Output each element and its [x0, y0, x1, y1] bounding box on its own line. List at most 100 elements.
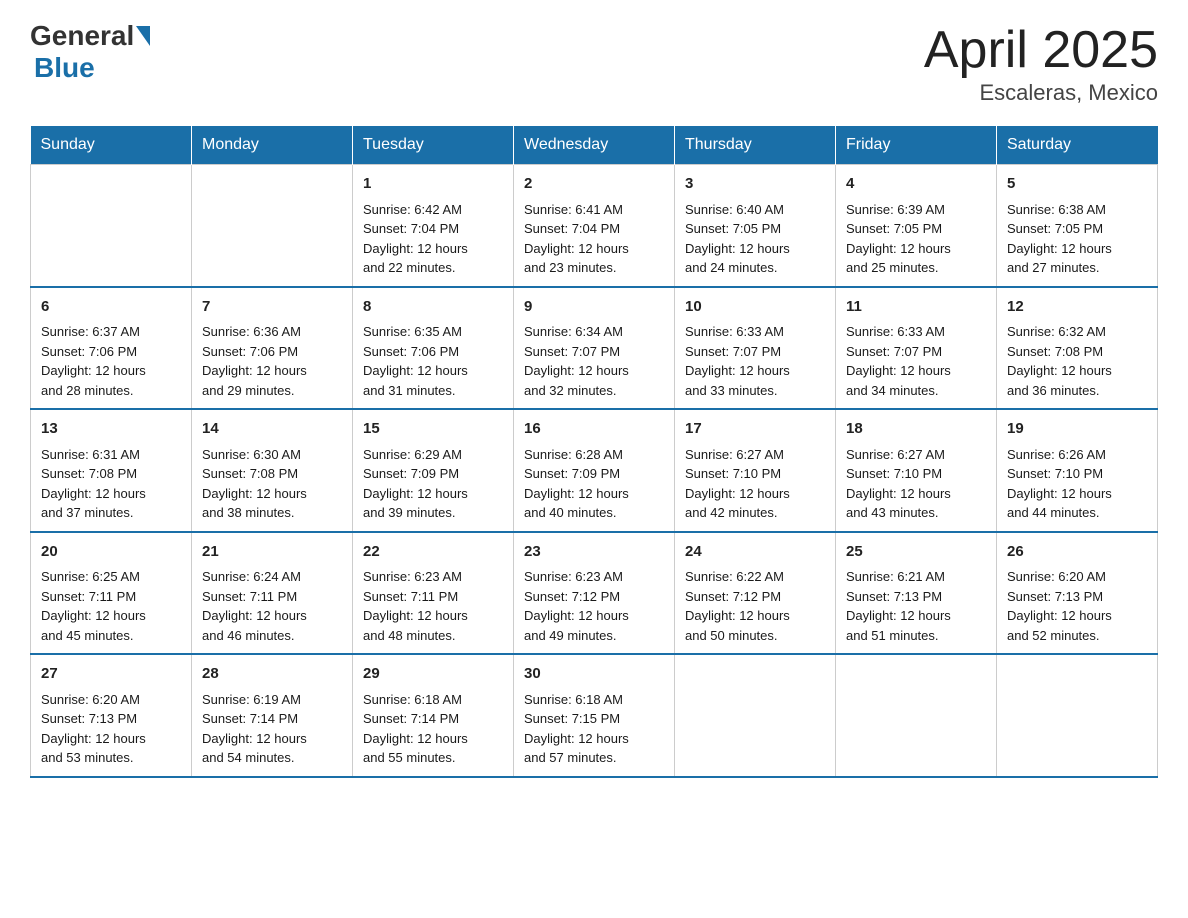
- calendar-cell: 16 Sunrise: 6:28 AMSunset: 7:09 PMDayligh…: [514, 409, 675, 532]
- day-info: Sunrise: 6:20 AMSunset: 7:13 PMDaylight:…: [41, 690, 181, 768]
- calendar-cell: 20 Sunrise: 6:25 AMSunset: 7:11 PMDayligh…: [31, 532, 192, 655]
- day-number: 4: [846, 173, 986, 196]
- calendar-cell: 14 Sunrise: 6:30 AMSunset: 7:08 PMDayligh…: [192, 409, 353, 532]
- day-number: 13: [41, 418, 181, 441]
- day-info: Sunrise: 6:32 AMSunset: 7:08 PMDaylight:…: [1007, 322, 1147, 400]
- calendar-cell: 2Sunrise: 6:41 AMSunset: 7:04 PMDaylight…: [514, 165, 675, 287]
- day-info: Sunrise: 6:23 AMSunset: 7:11 PMDaylight:…: [363, 567, 503, 645]
- weekday-header-wednesday: Wednesday: [514, 126, 675, 165]
- day-number: 27: [41, 663, 181, 686]
- day-number: 21: [202, 541, 342, 564]
- day-number: 9: [524, 296, 664, 319]
- calendar-body: 1Sunrise: 6:42 AMSunset: 7:04 PMDaylight…: [31, 165, 1158, 777]
- day-number: 14: [202, 418, 342, 441]
- logo-general-text: General: [30, 20, 134, 52]
- calendar-cell: 15 Sunrise: 6:29 AMSunset: 7:09 PMDayligh…: [353, 409, 514, 532]
- calendar-cell: 6 Sunrise: 6:37 AMSunset: 7:06 PMDaylight…: [31, 287, 192, 410]
- logo: General Blue: [30, 20, 152, 84]
- day-info: Sunrise: 6:36 AMSunset: 7:06 PMDaylight:…: [202, 322, 342, 400]
- day-number: 15: [363, 418, 503, 441]
- day-info: Sunrise: 6:41 AMSunset: 7:04 PMDaylight:…: [524, 200, 664, 278]
- calendar-cell: 29 Sunrise: 6:18 AMSunset: 7:14 PMDayligh…: [353, 654, 514, 777]
- calendar-cell: 26 Sunrise: 6:20 AMSunset: 7:13 PMDayligh…: [997, 532, 1158, 655]
- weekday-header-row: SundayMondayTuesdayWednesdayThursdayFrid…: [31, 126, 1158, 165]
- weekday-header-sunday: Sunday: [31, 126, 192, 165]
- day-info: Sunrise: 6:34 AMSunset: 7:07 PMDaylight:…: [524, 322, 664, 400]
- day-number: 7: [202, 296, 342, 319]
- day-info: Sunrise: 6:35 AMSunset: 7:06 PMDaylight:…: [363, 322, 503, 400]
- calendar-cell: 9 Sunrise: 6:34 AMSunset: 7:07 PMDaylight…: [514, 287, 675, 410]
- day-info: Sunrise: 6:21 AMSunset: 7:13 PMDaylight:…: [846, 567, 986, 645]
- calendar-cell: 17 Sunrise: 6:27 AMSunset: 7:10 PMDayligh…: [675, 409, 836, 532]
- calendar-cell: 5 Sunrise: 6:38 AMSunset: 7:05 PMDaylight…: [997, 165, 1158, 287]
- day-number: 12: [1007, 296, 1147, 319]
- calendar-week-row: 27 Sunrise: 6:20 AMSunset: 7:13 PMDayligh…: [31, 654, 1158, 777]
- day-info: Sunrise: 6:29 AMSunset: 7:09 PMDaylight:…: [363, 445, 503, 523]
- day-number: 20: [41, 541, 181, 564]
- logo-blue-text: Blue: [34, 52, 95, 83]
- calendar-cell: 19Sunrise: 6:26 AMSunset: 7:10 PMDayligh…: [997, 409, 1158, 532]
- day-info: Sunrise: 6:26 AMSunset: 7:10 PMDaylight:…: [1007, 445, 1147, 523]
- day-info: Sunrise: 6:33 AMSunset: 7:07 PMDaylight:…: [846, 322, 986, 400]
- day-number: 24: [685, 541, 825, 564]
- calendar-cell: [192, 165, 353, 287]
- day-number: 3: [685, 173, 825, 196]
- calendar-cell: 23 Sunrise: 6:23 AMSunset: 7:12 PMDayligh…: [514, 532, 675, 655]
- calendar-cell: 3 Sunrise: 6:40 AMSunset: 7:05 PMDaylight…: [675, 165, 836, 287]
- weekday-header-monday: Monday: [192, 126, 353, 165]
- day-number: 28: [202, 663, 342, 686]
- day-number: 10: [685, 296, 825, 319]
- day-info: Sunrise: 6:27 AMSunset: 7:10 PMDaylight:…: [685, 445, 825, 523]
- calendar-cell: 1Sunrise: 6:42 AMSunset: 7:04 PMDaylight…: [353, 165, 514, 287]
- day-info: Sunrise: 6:19 AMSunset: 7:14 PMDaylight:…: [202, 690, 342, 768]
- calendar-cell: 27 Sunrise: 6:20 AMSunset: 7:13 PMDayligh…: [31, 654, 192, 777]
- day-info: Sunrise: 6:27 AMSunset: 7:10 PMDaylight:…: [846, 445, 986, 523]
- day-info: Sunrise: 6:18 AMSunset: 7:15 PMDaylight:…: [524, 690, 664, 768]
- logo-triangle-icon: [136, 26, 150, 46]
- day-number: 6: [41, 296, 181, 319]
- weekday-header-tuesday: Tuesday: [353, 126, 514, 165]
- calendar-cell: 18 Sunrise: 6:27 AMSunset: 7:10 PMDayligh…: [836, 409, 997, 532]
- day-info: Sunrise: 6:24 AMSunset: 7:11 PMDaylight:…: [202, 567, 342, 645]
- day-number: 29: [363, 663, 503, 686]
- logo-text: General: [30, 20, 152, 52]
- day-info: Sunrise: 6:30 AMSunset: 7:08 PMDaylight:…: [202, 445, 342, 523]
- day-info: Sunrise: 6:38 AMSunset: 7:05 PMDaylight:…: [1007, 200, 1147, 278]
- day-info: Sunrise: 6:28 AMSunset: 7:09 PMDaylight:…: [524, 445, 664, 523]
- day-number: 11: [846, 296, 986, 319]
- day-number: 5: [1007, 173, 1147, 196]
- calendar-cell: 21 Sunrise: 6:24 AMSunset: 7:11 PMDayligh…: [192, 532, 353, 655]
- day-number: 23: [524, 541, 664, 564]
- calendar-cell: 24 Sunrise: 6:22 AMSunset: 7:12 PMDayligh…: [675, 532, 836, 655]
- calendar-cell: 8Sunrise: 6:35 AMSunset: 7:06 PMDaylight…: [353, 287, 514, 410]
- calendar-cell: 30 Sunrise: 6:18 AMSunset: 7:15 PMDayligh…: [514, 654, 675, 777]
- day-info: Sunrise: 6:40 AMSunset: 7:05 PMDaylight:…: [685, 200, 825, 278]
- calendar-cell: 12 Sunrise: 6:32 AMSunset: 7:08 PMDayligh…: [997, 287, 1158, 410]
- day-info: Sunrise: 6:18 AMSunset: 7:14 PMDaylight:…: [363, 690, 503, 768]
- day-number: 26: [1007, 541, 1147, 564]
- page-header: General Blue April 2025 Escaleras, Mexic…: [30, 20, 1158, 106]
- day-number: 18: [846, 418, 986, 441]
- page-subtitle: Escaleras, Mexico: [924, 80, 1158, 106]
- day-info: Sunrise: 6:31 AMSunset: 7:08 PMDaylight:…: [41, 445, 181, 523]
- calendar-cell: 25 Sunrise: 6:21 AMSunset: 7:13 PMDayligh…: [836, 532, 997, 655]
- day-number: 16: [524, 418, 664, 441]
- calendar-cell: [675, 654, 836, 777]
- day-number: 30: [524, 663, 664, 686]
- calendar-header: SundayMondayTuesdayWednesdayThursdayFrid…: [31, 126, 1158, 165]
- day-number: 17: [685, 418, 825, 441]
- calendar-week-row: 13 Sunrise: 6:31 AMSunset: 7:08 PMDayligh…: [31, 409, 1158, 532]
- calendar-cell: [31, 165, 192, 287]
- weekday-header-thursday: Thursday: [675, 126, 836, 165]
- day-info: Sunrise: 6:20 AMSunset: 7:13 PMDaylight:…: [1007, 567, 1147, 645]
- weekday-header-friday: Friday: [836, 126, 997, 165]
- calendar-cell: 22Sunrise: 6:23 AMSunset: 7:11 PMDayligh…: [353, 532, 514, 655]
- day-info: Sunrise: 6:37 AMSunset: 7:06 PMDaylight:…: [41, 322, 181, 400]
- day-number: 25: [846, 541, 986, 564]
- day-info: Sunrise: 6:23 AMSunset: 7:12 PMDaylight:…: [524, 567, 664, 645]
- day-number: 1: [363, 173, 503, 196]
- calendar-cell: 7 Sunrise: 6:36 AMSunset: 7:06 PMDaylight…: [192, 287, 353, 410]
- day-info: Sunrise: 6:22 AMSunset: 7:12 PMDaylight:…: [685, 567, 825, 645]
- day-info: Sunrise: 6:25 AMSunset: 7:11 PMDaylight:…: [41, 567, 181, 645]
- day-info: Sunrise: 6:39 AMSunset: 7:05 PMDaylight:…: [846, 200, 986, 278]
